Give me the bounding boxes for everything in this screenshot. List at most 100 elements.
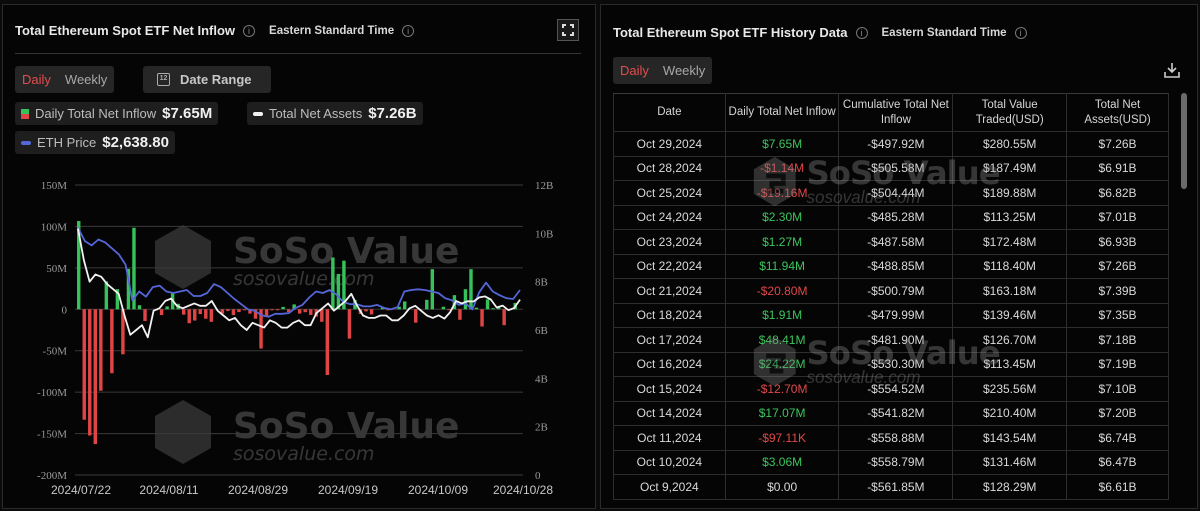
table-row[interactable]: Oct 10,2024 $3.06M -$558.79M $131.46M $6.47B bbox=[613, 450, 1169, 475]
column-header[interactable]: Total Net Assets(USD) bbox=[1066, 93, 1169, 132]
date-cell: Oct 15,2024 bbox=[613, 376, 726, 402]
inflow-bar bbox=[137, 305, 142, 310]
net-assets-cell: $7.26B bbox=[1066, 254, 1169, 279]
inflow-bar bbox=[226, 309, 230, 312]
inflow-bar bbox=[99, 309, 103, 391]
y-tick-right: 12B bbox=[535, 180, 553, 192]
daily-inflow-cell: -$20.80M bbox=[724, 278, 840, 304]
table-row[interactable]: Oct 11,2024 -$97.11K -$558.88M $143.54M $6.7… bbox=[613, 425, 1169, 451]
info-icon[interactable]: i bbox=[243, 24, 256, 37]
date-cell: Oct 18,2024 bbox=[613, 303, 726, 328]
history-header: Total Ethereum Spot ETF History Data i E… bbox=[613, 25, 1027, 40]
inflow-bar bbox=[441, 306, 446, 310]
daily-inflow-cell: $24.22M bbox=[724, 352, 840, 377]
download-icon[interactable] bbox=[1163, 61, 1181, 79]
table-row[interactable]: Oct 9,2024 $0.00 -$561.85M $128.29M $6.61B bbox=[613, 474, 1169, 500]
tab-daily[interactable]: Daily bbox=[22, 72, 51, 87]
date-range-label: Date Range bbox=[180, 72, 252, 87]
cumulative-inflow-cell: -$504.44M bbox=[838, 180, 954, 206]
date-cell: Oct 28,2024 bbox=[613, 156, 726, 181]
column-header[interactable]: Cumulative Total Net Inflow bbox=[838, 93, 954, 132]
table-row[interactable]: Oct 25,2024 -$19.16M -$504.44M $189.88M $6.8… bbox=[613, 180, 1169, 206]
cumulative-inflow-cell: -$558.88M bbox=[838, 425, 954, 451]
table-row[interactable]: Oct 28,2024 -$1.14M -$505.58M $187.49M $6.91… bbox=[613, 156, 1169, 181]
net-assets-cell: $7.35B bbox=[1066, 303, 1169, 328]
table-row[interactable]: Oct 15,2024 -$12.70M -$554.52M $235.56M $7.1… bbox=[613, 376, 1169, 402]
y-tick-right: 6B bbox=[535, 325, 548, 337]
info-icon[interactable]: i bbox=[1014, 26, 1027, 39]
table-row[interactable]: Oct 21,2024 -$20.80M -$500.79M $163.18M $7.3… bbox=[613, 278, 1169, 304]
table-row[interactable]: Oct 16,2024 $24.22M -$530.30M $113.45M $7.19… bbox=[613, 352, 1169, 377]
tab-weekly[interactable]: Weekly bbox=[65, 72, 107, 87]
inflow-bar bbox=[325, 309, 330, 375]
daily-inflow-cell: -$19.16M bbox=[724, 180, 840, 206]
legend-daily-inflow[interactable]: Daily Total Net Inflow $7.65M bbox=[15, 102, 219, 125]
date-range-button[interactable]: 12 Date Range bbox=[143, 66, 271, 93]
info-icon[interactable]: i bbox=[402, 24, 415, 37]
tab-weekly[interactable]: Weekly bbox=[663, 63, 705, 78]
x-tick: 2024/10/28 bbox=[493, 483, 553, 497]
cumulative-inflow-cell: -$479.99M bbox=[838, 303, 954, 328]
legend-eth-price[interactable]: ETH Price $2,638.80 bbox=[15, 131, 175, 154]
inflow-bar bbox=[458, 309, 462, 320]
table-row[interactable]: Oct 29,2024 $7.65M -$497.92M $280.55M $7.26B bbox=[613, 131, 1169, 157]
column-header[interactable]: Daily Total Net Inflow bbox=[724, 93, 840, 132]
tab-daily[interactable]: Daily bbox=[620, 63, 649, 78]
date-cell: Oct 21,2024 bbox=[613, 278, 726, 304]
table-row[interactable]: Oct 18,2024 $1.91M -$479.99M $139.46M $7.35B bbox=[613, 303, 1169, 328]
net-inflow-chart[interactable]: SoSo Valuesosovalue.comSoSo Valuesosoval… bbox=[3, 170, 597, 510]
date-cell: Oct 11,2024 bbox=[613, 425, 726, 451]
value-traded-cell: $131.46M bbox=[952, 450, 1068, 475]
cumulative-inflow-cell: -$497.92M bbox=[838, 131, 954, 157]
inflow-bar bbox=[347, 309, 352, 339]
inflow-bar bbox=[88, 309, 92, 436]
table-row[interactable]: Oct 23,2024 $1.27M -$487.58M $172.48M $6.93B bbox=[613, 229, 1169, 255]
daily-inflow-cell: -$12.70M bbox=[724, 376, 840, 402]
daily-inflow-cell: $3.06M bbox=[724, 450, 840, 475]
inflow-bar bbox=[281, 306, 285, 310]
timezone-label: Eastern Standard Time bbox=[269, 24, 395, 37]
info-icon[interactable]: i bbox=[855, 26, 868, 39]
net-assets-cell: $6.91B bbox=[1066, 156, 1169, 181]
inflow-bar bbox=[491, 308, 495, 310]
column-header[interactable]: Total Value Traded(USD) bbox=[952, 93, 1068, 132]
value-traded-cell: $172.48M bbox=[952, 229, 1068, 255]
legend-total-net-assets[interactable]: Total Net Assets $7.26B bbox=[247, 102, 423, 125]
y-tick-right: 8B bbox=[535, 277, 548, 289]
fullscreen-icon[interactable] bbox=[557, 19, 579, 41]
value-traded-cell: $187.49M bbox=[952, 156, 1068, 181]
inflow-bar bbox=[110, 309, 114, 374]
net-assets-cell: $7.19B bbox=[1066, 352, 1169, 377]
table-row[interactable]: Oct 22,2024 $11.94M -$488.85M $118.40M $7.26… bbox=[613, 254, 1169, 279]
legend-label: Daily Total Net Inflow bbox=[35, 106, 157, 121]
inflow-bar bbox=[270, 309, 274, 311]
value-traded-cell: $210.40M bbox=[952, 401, 1068, 426]
column-header[interactable]: Date bbox=[613, 93, 726, 132]
net-inflow-panel: Total Ethereum Spot ETF Net Inflow i Eas… bbox=[2, 4, 596, 509]
net-assets-cell: $6.61B bbox=[1066, 474, 1169, 500]
cumulative-inflow-cell: -$488.85M bbox=[838, 254, 954, 279]
daily-inflow-cell: $17.07M bbox=[724, 401, 840, 426]
cumulative-inflow-cell: -$505.58M bbox=[838, 156, 954, 181]
value-traded-cell: $143.54M bbox=[952, 425, 1068, 451]
bar-swatch-icon bbox=[21, 108, 29, 119]
table-scrollbar[interactable] bbox=[1181, 93, 1187, 189]
table-row[interactable]: Oct 17,2024 $48.41M -$481.90M $126.70M $7.18… bbox=[613, 327, 1169, 353]
legend-label: Total Net Assets bbox=[269, 106, 363, 121]
inflow-bar bbox=[143, 309, 147, 322]
y-tick-right: 10B bbox=[535, 228, 553, 240]
table-row[interactable]: Oct 24,2024 $2.30M -$485.28M $113.25M $7.01B bbox=[613, 205, 1169, 230]
date-cell: Oct 16,2024 bbox=[613, 352, 726, 377]
net-assets-cell: $6.47B bbox=[1066, 450, 1169, 475]
y-tick-left: 50M bbox=[46, 263, 67, 275]
y-tick-left: 150M bbox=[41, 180, 68, 192]
net-assets-cell: $6.82B bbox=[1066, 180, 1169, 206]
date-cell: Oct 25,2024 bbox=[613, 180, 726, 206]
value-traded-cell: $163.18M bbox=[952, 278, 1068, 304]
net-assets-cell: $7.26B bbox=[1066, 131, 1169, 157]
inflow-bar bbox=[82, 309, 86, 420]
legend-label: ETH Price bbox=[37, 135, 97, 150]
cumulative-inflow-cell: -$561.85M bbox=[838, 474, 954, 500]
table-row[interactable]: Oct 14,2024 $17.07M -$541.82M $210.40M $7.20… bbox=[613, 401, 1169, 426]
cumulative-inflow-cell: -$530.30M bbox=[838, 352, 954, 377]
